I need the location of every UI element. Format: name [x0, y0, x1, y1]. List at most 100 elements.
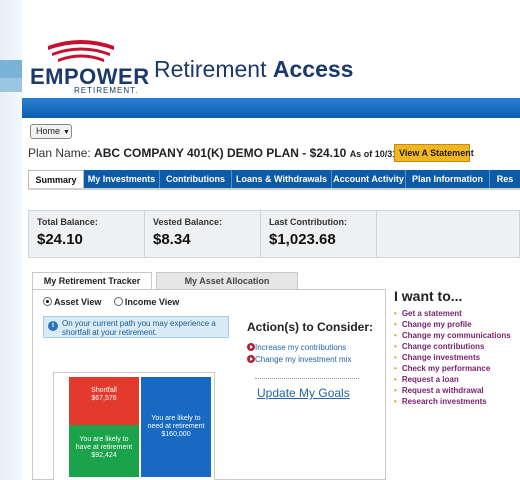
chevron-down-icon: ▼ [63, 129, 70, 136]
app-title: Retirement Access [154, 56, 353, 83]
left-rail [0, 0, 22, 480]
link-request-withdrawal: Request a withdrawal [401, 386, 484, 395]
retirement-projection-chart: Shortfall $67,576 You are likely to have… [53, 372, 215, 480]
vested-balance-value: $8.34 [153, 231, 191, 248]
i-want-to-panel: I want to... • Get a statement • Change my… [394, 288, 520, 407]
bullet-icon: • [394, 364, 397, 373]
last-contribution-label: Last Contribution: [269, 217, 347, 227]
home-dropdown[interactable]: Home ▼ [30, 124, 72, 139]
tab-my-asset-allocation[interactable]: My Asset Allocation [156, 272, 298, 289]
view-statement-button[interactable]: View A Statement [394, 144, 474, 162]
tab-summary[interactable]: Summary [28, 170, 84, 188]
action-increase-contributions[interactable]: Increase my contributions [247, 343, 346, 352]
tracker-panel: Asset View Income View i On your current… [32, 289, 386, 480]
list-item[interactable]: • Request a withdrawal [394, 385, 520, 396]
list-item[interactable]: • Research investments [394, 396, 520, 407]
link-change-contributions: Change contributions [401, 342, 485, 351]
radio-unselected-icon [113, 297, 123, 306]
left-rail-accent [0, 60, 22, 78]
asset-view-radio[interactable]: Asset View [43, 297, 101, 307]
main-tabs: Summary My Investments Contributions Loa… [28, 170, 520, 188]
arrow-circle-icon [247, 343, 255, 351]
shortfall-value: $67,576 [91, 395, 117, 402]
tab-plan-information[interactable]: Plan Information [406, 170, 490, 188]
i-want-to-title: I want to... [394, 288, 463, 304]
plan-dash: - [298, 146, 310, 160]
update-my-goals-link[interactable]: Update My Goals [257, 386, 350, 400]
have-line-2: have at retirement [75, 444, 133, 451]
list-item[interactable]: • Check my performance [394, 363, 520, 374]
bullet-icon: • [394, 397, 397, 406]
empower-logo[interactable]: EMPOWER RETIREMENT. [30, 36, 149, 95]
tab-research[interactable]: Res [490, 170, 520, 188]
need-line-1: You are likely to [151, 415, 201, 422]
shortfall-alert-text: On your current path you may experience … [62, 319, 216, 337]
action-change-investment-mix[interactable]: Change my investment mix [247, 355, 351, 364]
app-title-regular: Retirement [154, 56, 273, 82]
left-rail-accent-2 [0, 78, 22, 92]
bullet-icon: • [394, 320, 397, 329]
total-balance: Total Balance: $24.10 [29, 211, 145, 257]
link-change-profile: Change my profile [401, 320, 472, 329]
radio-selected-icon [43, 297, 52, 306]
plan-name: ABC COMPANY 401(K) DEMO PLAN [94, 146, 299, 160]
arrow-circle-icon [247, 355, 255, 363]
link-request-loan: Request a loan [401, 375, 459, 384]
total-balance-label: Total Balance: [37, 217, 98, 227]
need-line-2: need at retirement [147, 423, 205, 430]
tab-my-retirement-tracker[interactable]: My Retirement Tracker [32, 272, 152, 289]
balance-summary: Total Balance: $24.10 Vested Balance: $8… [28, 210, 520, 258]
last-contribution: Last Contribution: $1,023.68 [261, 211, 377, 257]
bullet-icon: • [394, 309, 397, 318]
tabs-divider [28, 188, 520, 190]
shortfall-alert: i On your current path you may experienc… [43, 316, 229, 338]
have-at-retirement-block: You are likely to have at retirement $92… [69, 425, 139, 477]
need-value: $160,000 [161, 431, 191, 438]
total-balance-value: $24.10 [37, 231, 83, 248]
shortfall-label: Shortfall [91, 387, 117, 394]
bullet-icon: • [394, 331, 397, 340]
tab-contributions[interactable]: Contributions [160, 170, 232, 188]
bullet-icon: • [394, 353, 397, 362]
bullet-icon: • [394, 342, 397, 351]
retirement-tracker: My Retirement Tracker My Asset Allocatio… [32, 272, 386, 480]
actions-separator [255, 378, 359, 379]
link-research-investments: Research investments [401, 397, 487, 406]
have-value: $92,424 [91, 452, 117, 459]
link-get-statement: Get a statement [401, 309, 462, 318]
income-view-radio[interactable]: Income View [113, 297, 180, 307]
vested-balance: Vested Balance: $8.34 [145, 211, 261, 257]
i-want-to-list: • Get a statement • Change my profile • Cha… [394, 308, 520, 407]
plan-balance: $24.10 [309, 146, 347, 160]
action-label: Increase my contributions [255, 343, 347, 352]
list-item[interactable]: • Change my communications [394, 330, 520, 341]
bullet-icon: • [394, 375, 397, 384]
list-item[interactable]: • Get a statement [394, 308, 520, 319]
shortfall-block: Shortfall $67,576 [69, 377, 139, 425]
have-line-1: You are likely to [79, 436, 129, 443]
list-item[interactable]: • Change contributions [394, 341, 520, 352]
app-title-bold: Access [272, 56, 354, 82]
list-item[interactable]: • Change investments [394, 352, 520, 363]
home-dropdown-label: Home [36, 126, 61, 136]
bullet-icon: • [394, 386, 397, 395]
info-icon: i [48, 321, 58, 331]
tab-my-investments[interactable]: My Investments [84, 170, 160, 188]
income-view-label: Income View [124, 297, 180, 307]
view-toggle: Asset View Income View [43, 297, 179, 307]
link-change-communications: Change my communications [401, 331, 511, 340]
plan-name-label: Plan Name: [28, 146, 91, 160]
site-header: EMPOWER RETIREMENT. Retirement Access [22, 0, 520, 98]
list-item[interactable]: • Change my profile [394, 319, 520, 330]
list-item[interactable]: • Request a loan [394, 374, 520, 385]
link-change-investments: Change investments [401, 353, 481, 362]
logo-subtitle: RETIREMENT. [74, 86, 139, 95]
tab-account-activity[interactable]: Account Activity [332, 170, 406, 188]
asset-view-label: Asset View [54, 297, 102, 307]
vested-balance-label: Vested Balance: [153, 217, 223, 227]
empower-logo-icon [48, 40, 114, 62]
link-check-performance: Check my performance [401, 364, 491, 373]
tab-loans-withdrawals[interactable]: Loans & Withdrawals [232, 170, 332, 188]
last-contribution-value: $1,023.68 [269, 231, 336, 248]
actions-title: Action(s) to Consider: [247, 320, 373, 334]
